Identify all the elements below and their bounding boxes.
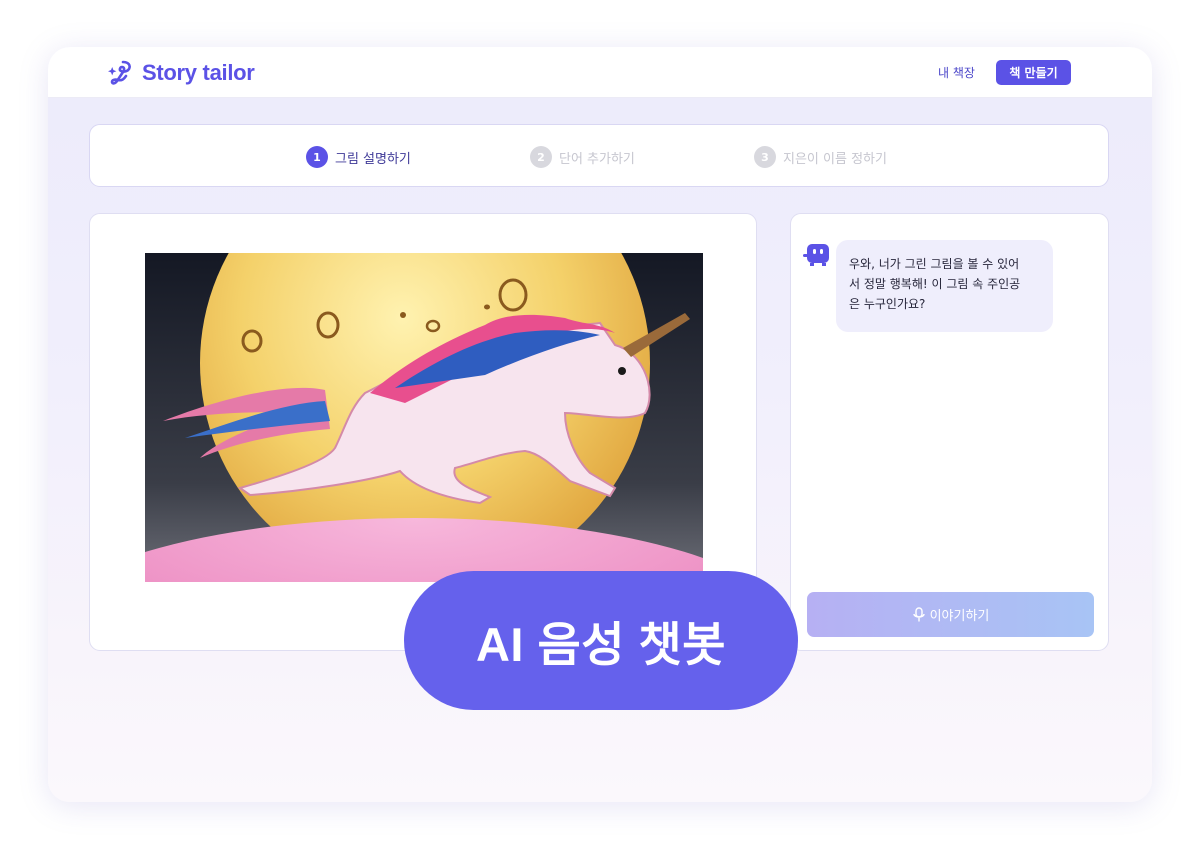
progress-stepper: 1 그림 설명하기 2 단어 추가하기 3 지은이 이름 정하기 — [89, 124, 1109, 187]
step-number: 3 — [754, 146, 776, 168]
bot-message-bubble: 우와, 너가 그린 그림을 볼 수 있어 서 정말 행복해! 이 그림 속 주인… — [836, 240, 1053, 332]
sparkle-logo-icon — [108, 60, 131, 85]
ai-voice-chatbot-banner: AI 음성 챗봇 — [404, 571, 798, 710]
step-label: 단어 추가하기 — [559, 151, 635, 167]
step-number: 1 — [306, 146, 328, 168]
step-describe-drawing: 1 그림 설명하기 — [306, 146, 411, 168]
chatbot-panel: 우와, 너가 그린 그림을 볼 수 있어 서 정말 행복해! 이 그림 속 주인… — [790, 213, 1109, 651]
step-add-words: 2 단어 추가하기 — [530, 146, 635, 168]
step-label: 지은이 이름 정하기 — [783, 151, 887, 167]
logo[interactable]: Story tailor — [106, 58, 255, 88]
top-navigation-bar: Story tailor 내 책장 책 만들기 — [48, 47, 1152, 98]
step-number: 2 — [530, 146, 552, 168]
step-author-name: 3 지은이 이름 정하기 — [754, 146, 887, 168]
make-book-button[interactable]: 책 만들기 — [996, 60, 1071, 85]
logo-text: Story tailor — [142, 60, 255, 85]
microphone-icon — [912, 606, 925, 621]
robot-avatar-icon — [803, 244, 829, 266]
uploaded-drawing-image — [145, 253, 703, 582]
talk-button-label: 이야기하기 — [929, 609, 990, 624]
talk-button[interactable]: 이야기하기 — [807, 592, 1094, 637]
my-bookshelf-link[interactable]: 내 책장 — [938, 64, 975, 81]
step-label: 그림 설명하기 — [335, 151, 411, 167]
